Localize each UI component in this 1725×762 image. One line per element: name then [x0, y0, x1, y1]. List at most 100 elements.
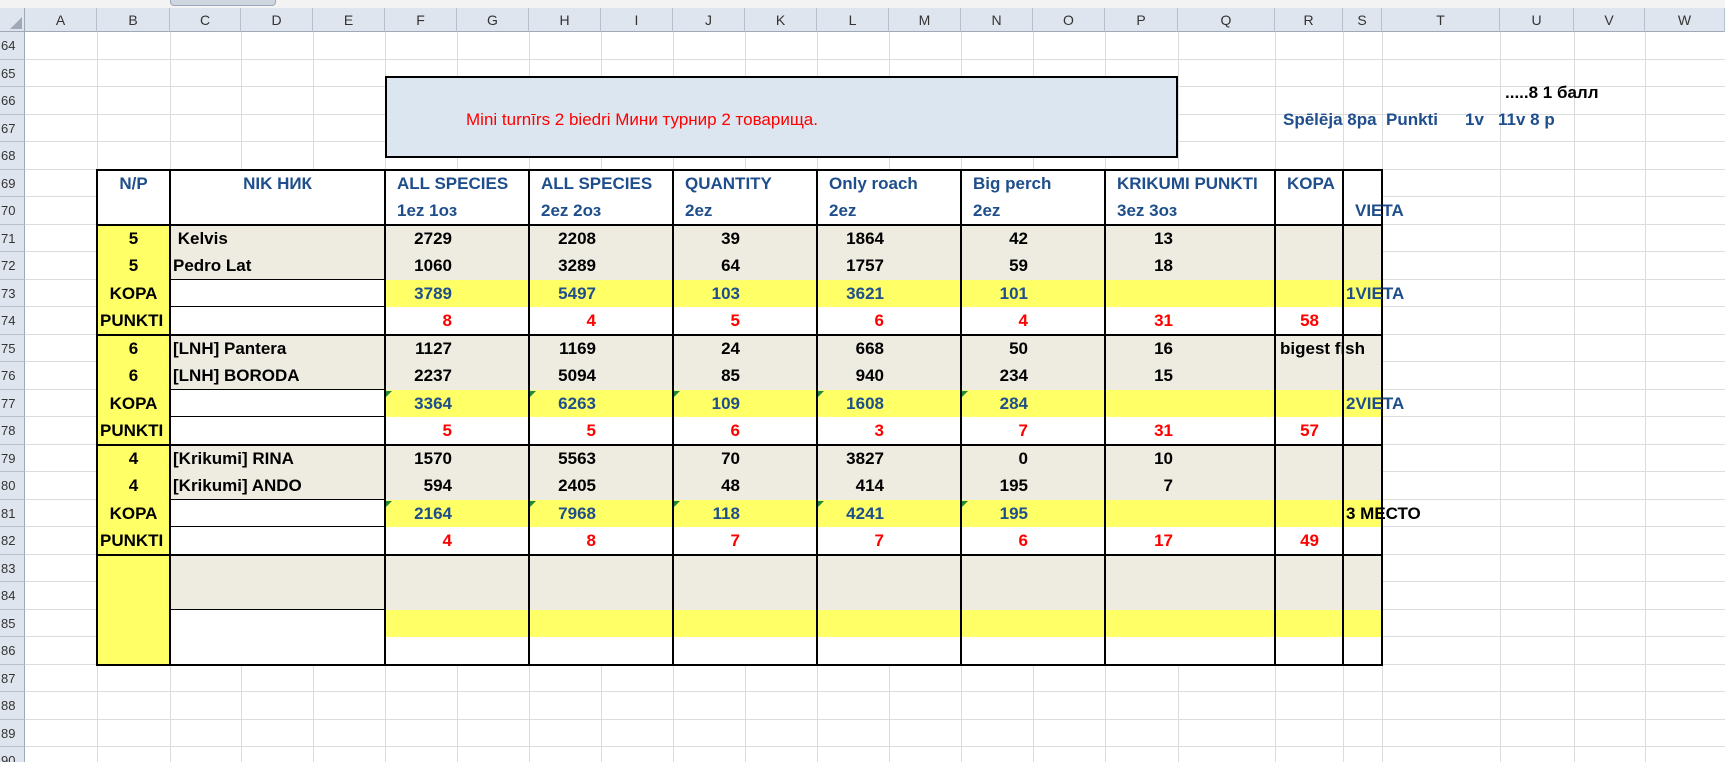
value-cell-all2[interactable]: 3289	[529, 252, 596, 279]
row-header-64[interactable]: 64	[0, 32, 25, 60]
header-quantity-sub[interactable]: 2ez	[685, 197, 815, 224]
punkti-all1[interactable]: 8	[385, 307, 452, 334]
punkti-label[interactable]: PUNKTI	[100, 527, 170, 554]
row-header-72[interactable]: 72	[0, 252, 25, 280]
column-header-t[interactable]: T	[1382, 8, 1500, 32]
value-cell-roach[interactable]: 1757	[817, 252, 884, 279]
header-all-species-1-sub[interactable]: 1ez 1оз	[397, 197, 527, 224]
row-header-77[interactable]: 77	[0, 389, 25, 417]
value-cell-roach[interactable]: 668	[817, 335, 884, 362]
column-header-n[interactable]: N	[961, 8, 1033, 32]
header-krikumi-punkti-sub[interactable]: 3ez 3оз	[1117, 197, 1273, 224]
column-header-v[interactable]: V	[1574, 8, 1645, 32]
header-only-roach[interactable]: Only roach	[829, 170, 959, 197]
value-cell-qty[interactable]: 64	[673, 252, 740, 279]
row-header-69[interactable]: 69	[0, 169, 25, 197]
note-1v[interactable]: 1v	[1465, 106, 1484, 133]
value-cell-all2[interactable]: 2208	[529, 225, 596, 252]
np-cell[interactable]: 6	[97, 362, 170, 389]
value-cell-krik[interactable]: 7	[1105, 472, 1173, 499]
column-header-j[interactable]: J	[673, 8, 745, 32]
row-header-83[interactable]: 83	[0, 554, 25, 582]
row-header-88[interactable]: 88	[0, 692, 25, 720]
value-cell-roach[interactable]: 3827	[817, 445, 884, 472]
value-cell-all2[interactable]: 1169	[529, 335, 596, 362]
value-cell-perch[interactable]: 234	[961, 362, 1028, 389]
value-cell-perch[interactable]: 0	[961, 445, 1028, 472]
column-header-s[interactable]: S	[1343, 8, 1382, 32]
punkti-qty[interactable]: 6	[673, 417, 740, 444]
column-header-q[interactable]: Q	[1178, 8, 1275, 32]
column-header-m[interactable]: M	[889, 8, 961, 32]
punkti-kopa[interactable]: 58	[1275, 307, 1319, 334]
punkti-label[interactable]: PUNKTI	[100, 417, 170, 444]
column-header-l[interactable]: L	[817, 8, 889, 32]
header-only-roach-sub[interactable]: 2ez	[829, 197, 959, 224]
header-all-species-2[interactable]: ALL SPECIES	[541, 170, 671, 197]
row-header-80[interactable]: 80	[0, 472, 25, 500]
vieta-cell[interactable]: 3 МЕСТО	[1346, 500, 1421, 527]
kopa-total-all1[interactable]: 3364	[385, 390, 452, 417]
punkti-qty[interactable]: 5	[673, 307, 740, 334]
player-name-cell[interactable]: [Krikumi] RINA	[173, 445, 382, 472]
kopa-total-roach[interactable]: 1608	[817, 390, 884, 417]
column-header-o[interactable]: O	[1033, 8, 1105, 32]
note-11v-8p[interactable]: 11v 8 p	[1498, 106, 1555, 133]
player-name-cell[interactable]: [Krikumi] ANDO	[173, 472, 382, 499]
column-header-d[interactable]: D	[241, 8, 313, 32]
value-cell-all1[interactable]: 1127	[385, 335, 452, 362]
header-big-perch-sub[interactable]: 2ez	[973, 197, 1103, 224]
note-speleja[interactable]: Spēlēja 8pa	[1283, 106, 1377, 133]
column-header-e[interactable]: E	[313, 8, 385, 32]
kopa-total-roach[interactable]: 4241	[817, 500, 884, 527]
column-header-u[interactable]: U	[1500, 8, 1574, 32]
kopa-total-all1[interactable]: 3789	[385, 280, 452, 307]
row-header-66[interactable]: 66	[0, 87, 25, 115]
vieta-cell[interactable]: 1VIETA	[1346, 280, 1404, 307]
punkti-perch[interactable]: 7	[961, 417, 1028, 444]
np-cell[interactable]: 4	[97, 445, 170, 472]
kopa-total-roach[interactable]: 3621	[817, 280, 884, 307]
np-cell[interactable]: 5	[97, 252, 170, 279]
header-all-species-1[interactable]: ALL SPECIES	[397, 170, 527, 197]
select-all-corner[interactable]	[0, 8, 25, 32]
np-cell[interactable]: 5	[97, 225, 170, 252]
punkti-label[interactable]: PUNKTI	[100, 307, 170, 334]
row-header-65[interactable]: 65	[0, 59, 25, 87]
row-header-85[interactable]: 85	[0, 609, 25, 637]
kopa-total-all2[interactable]: 6263	[529, 390, 596, 417]
value-cell-krik[interactable]: 16	[1105, 335, 1173, 362]
punkti-krik[interactable]: 17	[1105, 527, 1173, 554]
kopa-label[interactable]: KOPA	[97, 500, 170, 527]
value-cell-all1[interactable]: 1570	[385, 445, 452, 472]
row-header-67[interactable]: 67	[0, 114, 25, 142]
value-cell-all2[interactable]: 2405	[529, 472, 596, 499]
player-name-cell[interactable]: [LNH] Pantera	[173, 335, 382, 362]
punkti-roach[interactable]: 6	[817, 307, 884, 334]
row-header-75[interactable]: 75	[0, 334, 25, 362]
value-cell-roach[interactable]: 414	[817, 472, 884, 499]
np-cell[interactable]: 6	[97, 335, 170, 362]
header-big-perch[interactable]: Big perch	[973, 170, 1103, 197]
value-cell-krik[interactable]: 15	[1105, 362, 1173, 389]
column-header-a[interactable]: A	[25, 8, 97, 32]
row-header-78[interactable]: 78	[0, 417, 25, 445]
value-cell-krik[interactable]: 18	[1105, 252, 1173, 279]
kopa-total-perch[interactable]: 195	[961, 500, 1028, 527]
row-header-81[interactable]: 81	[0, 499, 25, 527]
value-cell-all1[interactable]: 594	[385, 472, 452, 499]
column-header-b[interactable]: B	[97, 8, 170, 32]
column-header-r[interactable]: R	[1275, 8, 1343, 32]
note-punkti[interactable]: Punkti	[1386, 106, 1438, 133]
value-cell-krik[interactable]: 10	[1105, 445, 1173, 472]
punkti-all1[interactable]: 5	[385, 417, 452, 444]
punkti-qty[interactable]: 7	[673, 527, 740, 554]
value-cell-all1[interactable]: 2729	[385, 225, 452, 252]
player-name-cell[interactable]: Kelvis	[173, 225, 382, 252]
value-cell-all1[interactable]: 2237	[385, 362, 452, 389]
value-cell-all2[interactable]: 5094	[529, 362, 596, 389]
kopa-total-qty[interactable]: 103	[673, 280, 740, 307]
kopa-total-all2[interactable]: 7968	[529, 500, 596, 527]
header-nik[interactable]: NIK НИК	[170, 170, 385, 197]
row-header-74[interactable]: 74	[0, 307, 25, 335]
